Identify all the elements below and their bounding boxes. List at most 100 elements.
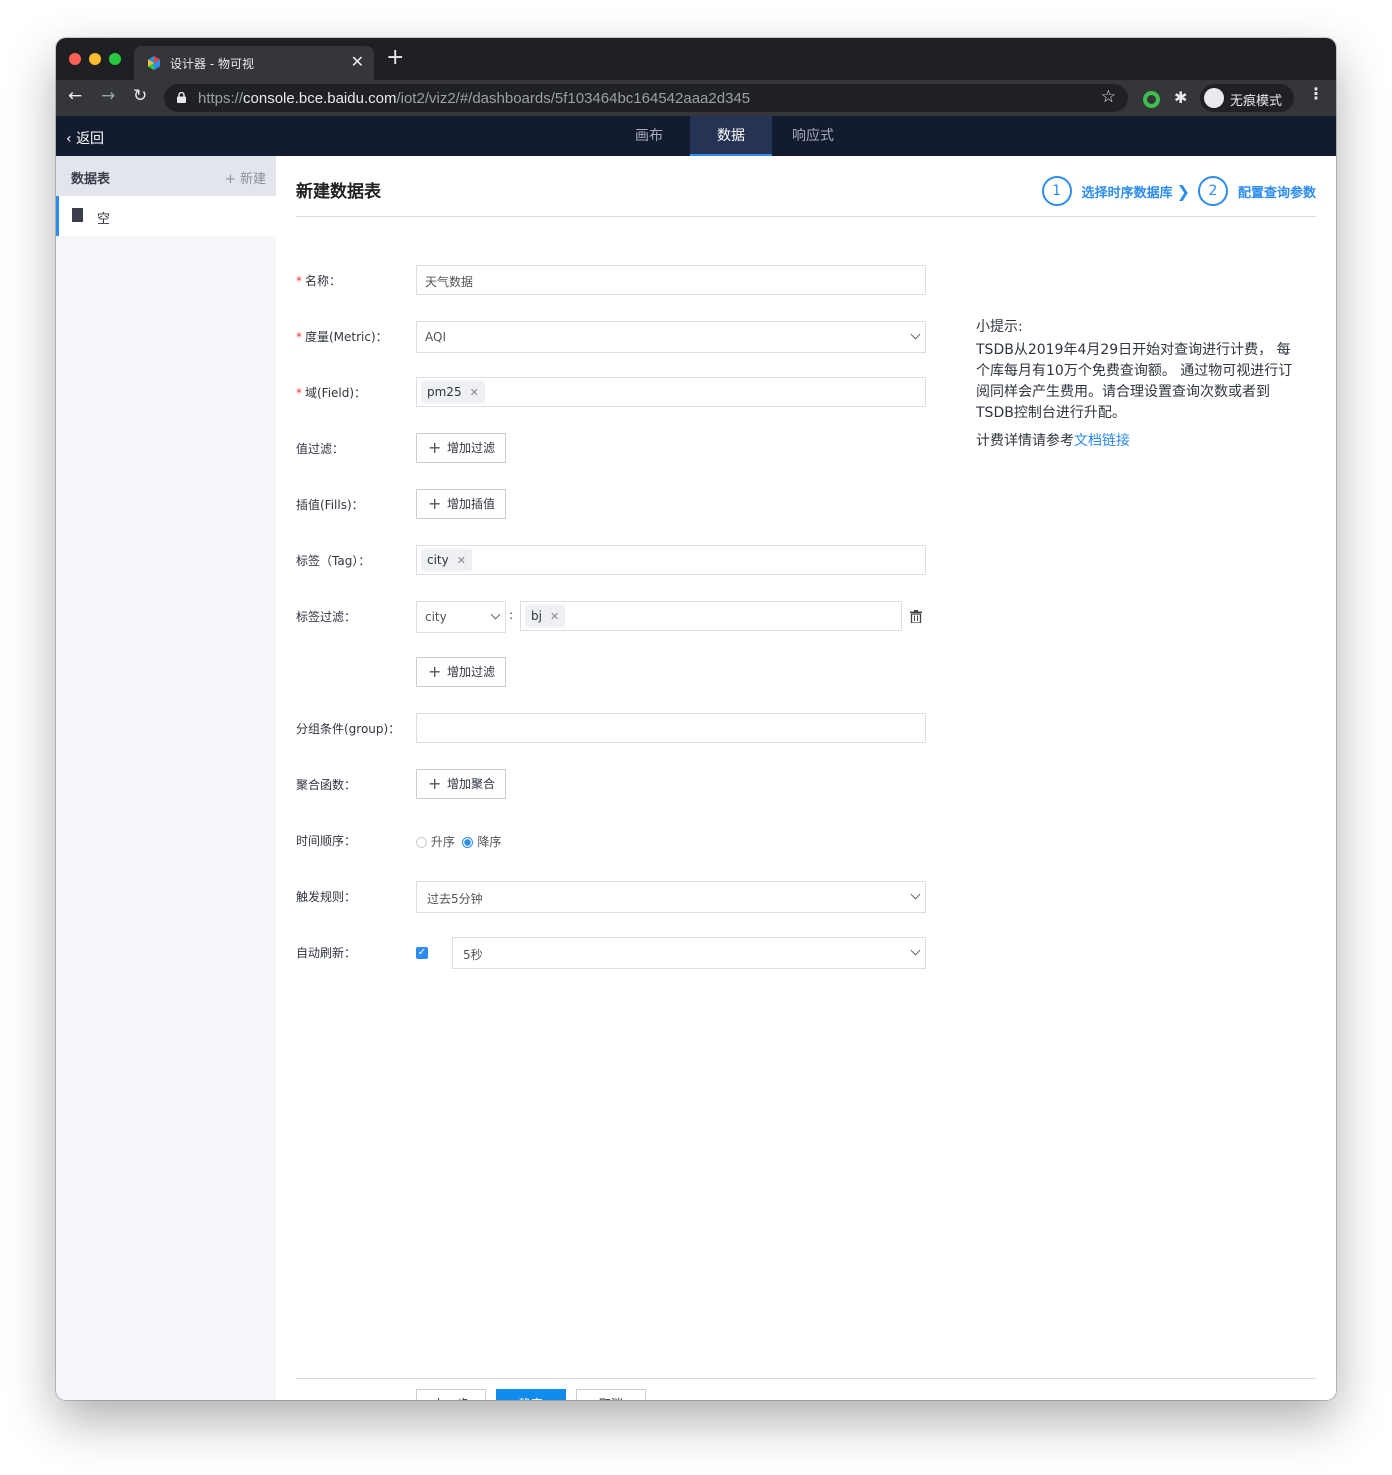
app-header: ‹ 返回 画布 数据 响应式 xyxy=(56,116,1336,156)
back-link[interactable]: ‹ 返回 xyxy=(66,128,104,148)
chip-remove-icon[interactable]: ✕ xyxy=(550,610,559,623)
back-label: 返回 xyxy=(76,131,105,147)
field-input[interactable]: pm25 ✕ xyxy=(416,377,926,407)
chevron-down-icon xyxy=(910,329,921,340)
tag-filter-value-input[interactable]: bj ✕ xyxy=(520,601,902,631)
new-table-button[interactable]: + 新建 xyxy=(225,168,266,187)
browser-toolbar: ← → ↻ https://console.bce.baidu.com/iot2… xyxy=(56,80,1336,116)
extensions-puzzle-icon[interactable]: ✱ xyxy=(1174,88,1187,107)
forward-arrow-icon[interactable]: → xyxy=(101,88,115,105)
extension-ring-icon[interactable] xyxy=(1143,91,1160,108)
lock-icon xyxy=(177,92,186,103)
add-value-filter-button[interactable]: + 增加过滤 xyxy=(416,433,507,463)
incognito-indicator[interactable]: 无痕模式 xyxy=(1200,84,1294,112)
minimize-window-button[interactable] xyxy=(89,53,101,65)
tag-filter-key-select[interactable]: city xyxy=(416,601,506,633)
close-tab-icon[interactable]: ✕ xyxy=(351,52,364,71)
page-title: 新建数据表 xyxy=(296,182,381,202)
name-value: 天气数据 xyxy=(425,275,474,289)
add-tag-filter-button[interactable]: + 增加过滤 xyxy=(416,657,507,687)
window-controls xyxy=(69,53,121,65)
tag-input[interactable]: city ✕ xyxy=(416,545,926,575)
plus-icon: + xyxy=(428,774,442,793)
name-input[interactable]: 天气数据 xyxy=(416,265,926,295)
chip-remove-icon[interactable]: ✕ xyxy=(457,554,466,567)
new-tab-button[interactable]: + xyxy=(386,47,404,69)
address-bar[interactable]: https://console.bce.baidu.com/iot2/viz2/… xyxy=(164,84,1128,112)
confirm-button[interactable]: 确定 xyxy=(496,1389,566,1400)
chevron-down-icon xyxy=(910,945,921,956)
prev-step-button[interactable]: 上一步 xyxy=(416,1389,486,1400)
order-asc-radio[interactable]: 升序 xyxy=(416,835,455,849)
trash-icon[interactable] xyxy=(910,610,922,623)
url-text[interactable]: https://console.bce.baidu.com/iot2/viz2/… xyxy=(198,90,750,107)
chevron-down-icon xyxy=(490,609,501,620)
group-input[interactable] xyxy=(416,713,926,743)
radio-checked-icon xyxy=(462,837,474,848)
reload-icon[interactable]: ↻ xyxy=(133,88,147,105)
bookmark-star-icon[interactable]: ☆ xyxy=(1101,87,1116,107)
sidebar: 数据表 + 新建 空 xyxy=(56,156,276,1400)
url-scheme: https:// xyxy=(198,90,244,107)
chevron-down-icon xyxy=(910,889,921,900)
refresh-label: 自动刷新： xyxy=(296,946,357,960)
header-divider xyxy=(296,216,1316,217)
sidebar-title: 数据表 xyxy=(71,172,111,187)
group-label: 分组条件(group)： xyxy=(296,722,401,736)
footer-divider xyxy=(296,1378,1316,1379)
step-1-number[interactable]: 1 xyxy=(1041,176,1072,206)
step-2-label[interactable]: 配置查询参数 xyxy=(1238,182,1316,201)
tips-body: TSDB从2019年4月29日开始对查询进行计费， 每个库每月有10万个免费查询… xyxy=(976,342,1293,421)
name-label: * 名称： xyxy=(296,274,342,288)
refresh-interval-value: 5秒 xyxy=(463,948,483,962)
sidebar-header: 数据表 + 新建 xyxy=(56,156,276,196)
step-indicator: 1 选择时序数据库 ❯ 2 配置查询参数 xyxy=(1041,176,1316,206)
trigger-select[interactable]: 过去5分钟 xyxy=(416,881,926,913)
refresh-interval-select[interactable]: 5秒 xyxy=(452,937,926,969)
chevron-right-icon: ❯ xyxy=(1176,181,1190,201)
sidebar-item-label: 空 xyxy=(97,212,111,227)
main-content: 新建数据表 1 选择时序数据库 ❯ 2 配置查询参数 * 名称： 天气数据 * 度量… xyxy=(276,156,1336,1400)
browser-menu-icon[interactable]: ⋮ xyxy=(1308,86,1324,102)
step-2-number[interactable]: 2 xyxy=(1197,176,1228,206)
field-chip[interactable]: pm25 ✕ xyxy=(421,381,485,403)
cancel-button[interactable]: 取消 xyxy=(576,1389,646,1400)
metric-select[interactable]: AQI xyxy=(416,321,926,353)
browser-tab[interactable]: 设计器 - 物可视 ✕ xyxy=(134,46,374,80)
order-radio-group: 升序 降序 xyxy=(416,833,501,850)
tab-canvas[interactable]: 画布 xyxy=(608,116,690,156)
file-icon xyxy=(72,208,83,222)
url-path: /iot2/viz2/#/dashboards/5f103464bc164542… xyxy=(396,90,751,107)
add-fill-button[interactable]: + 增加插值 xyxy=(416,489,507,519)
refresh-checkbox[interactable]: ✓ xyxy=(416,947,428,959)
back-arrow-icon[interactable]: ← xyxy=(68,88,82,105)
order-desc-radio[interactable]: 降序 xyxy=(462,835,501,849)
app-favicon-icon xyxy=(148,56,160,70)
browser-window: 设计器 - 物可视 ✕ + ← → ↻ https://console.bce.… xyxy=(56,38,1336,1400)
plus-icon: + xyxy=(428,494,442,513)
tab-responsive[interactable]: 响应式 xyxy=(772,116,854,156)
tag-filter-value-chip[interactable]: bj ✕ xyxy=(525,605,566,627)
tab-data[interactable]: 数据 xyxy=(690,116,772,156)
value-filter-label: 值过滤： xyxy=(296,442,345,456)
tips-title: 小提示: xyxy=(976,319,1023,335)
radio-icon xyxy=(416,837,427,848)
tag-chip[interactable]: city ✕ xyxy=(421,549,472,571)
chip-remove-icon[interactable]: ✕ xyxy=(470,386,479,399)
close-window-button[interactable] xyxy=(69,53,81,65)
tag-filter-label: 标签过滤： xyxy=(296,610,357,624)
step-1-label[interactable]: 选择时序数据库 xyxy=(1082,182,1173,201)
incognito-icon xyxy=(1204,88,1224,108)
doc-link[interactable]: 文档链接 xyxy=(1074,433,1130,449)
tips-doc-line: 计费详情请参考文档链接 xyxy=(976,433,1130,449)
sidebar-item-empty[interactable]: 空 xyxy=(56,196,276,236)
tab-strip: 设计器 - 物可视 ✕ + xyxy=(56,38,1336,80)
trigger-value: 过去5分钟 xyxy=(427,892,483,906)
metric-value: AQI xyxy=(425,330,446,344)
add-aggregate-button[interactable]: + 增加聚合 xyxy=(416,769,507,799)
field-label: * 域(Field)： xyxy=(296,386,367,400)
fills-label: 插值(Fills)： xyxy=(296,498,364,512)
maximize-window-button[interactable] xyxy=(109,53,121,65)
trigger-label: 触发规则： xyxy=(296,890,357,904)
incognito-label: 无痕模式 xyxy=(1230,94,1283,109)
